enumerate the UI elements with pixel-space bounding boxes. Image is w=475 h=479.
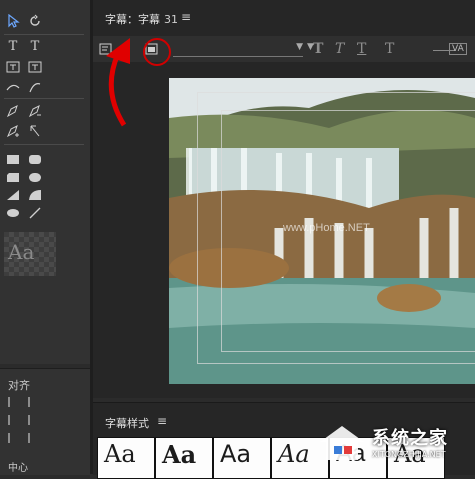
- line-tool-icon[interactable]: [28, 206, 42, 220]
- area-type-tool-icon[interactable]: [6, 60, 20, 74]
- align-top-icon[interactable]: [28, 397, 42, 407]
- underline-button[interactable]: T: [357, 41, 366, 57]
- rounded-rectangle-tool-icon[interactable]: [28, 152, 42, 166]
- style-swatch[interactable]: Aa: [155, 437, 213, 479]
- title-panel-tab[interactable]: 字幕：字幕 31: [105, 11, 178, 27]
- type-tool-icon[interactable]: T: [6, 40, 20, 54]
- style-swatch[interactable]: Aa: [97, 437, 155, 479]
- vertical-type-tool-icon[interactable]: T: [28, 40, 42, 54]
- style-swatch-text: Aa: [278, 440, 310, 468]
- style-preview: Aa: [4, 232, 56, 276]
- center-section-title: 中心: [8, 463, 28, 474]
- selection-tool-icon[interactable]: [6, 13, 20, 28]
- italic-button[interactable]: T: [335, 41, 344, 57]
- align-panel-title: 对齐: [8, 379, 30, 392]
- rounded-corner-rectangle-tool-icon[interactable]: [28, 170, 42, 184]
- kerning-button[interactable]: T: [385, 41, 394, 57]
- styles-panel-title: 字幕样式: [105, 417, 149, 430]
- hamburger-icon[interactable]: ≡: [181, 10, 191, 24]
- style-swatch-text: Aa: [220, 440, 252, 468]
- style-swatch-text: Aa: [162, 440, 197, 469]
- bold-button[interactable]: T: [313, 41, 323, 57]
- style-swatch-text: Aa: [104, 440, 136, 468]
- site-logo-name: 系统之家: [372, 428, 448, 449]
- add-anchor-tool-icon[interactable]: [6, 124, 20, 138]
- style-preview-text: Aa: [8, 240, 35, 264]
- clipped-rectangle-tool-icon[interactable]: [6, 170, 20, 184]
- tools-panel: T T Aa: [0, 0, 90, 364]
- wedge-tool-icon[interactable]: [6, 188, 20, 202]
- ellipse-tool-icon[interactable]: [6, 206, 20, 220]
- delete-anchor-tool-icon[interactable]: [28, 104, 42, 118]
- align-middle-icon[interactable]: [28, 415, 42, 425]
- align-left-icon[interactable]: [8, 397, 22, 407]
- style-swatch[interactable]: Aa: [213, 437, 271, 479]
- kerning-label[interactable]: VA: [449, 43, 467, 55]
- rectangle-tool-icon[interactable]: [6, 152, 20, 166]
- annotation-arrow-icon: [106, 38, 130, 127]
- site-logo-url: XITONGZHIJIA.NET: [372, 450, 446, 459]
- rotate-tool-icon[interactable]: [28, 14, 42, 28]
- image-watermark: www.pHome.NET: [283, 222, 370, 234]
- path-type-tool-icon[interactable]: [6, 80, 20, 94]
- align-right-icon[interactable]: [8, 433, 22, 443]
- vertical-area-type-tool-icon[interactable]: [28, 60, 42, 74]
- chevron-down-icon: ▼: [296, 42, 303, 52]
- font-family-dropdown[interactable]: ▼: [173, 42, 303, 57]
- title-panel-tab-label: 字幕：字幕: [105, 13, 160, 26]
- title-panel-tab-number: 31: [164, 13, 178, 26]
- align-bottom-icon[interactable]: [28, 433, 42, 443]
- convert-anchor-tool-icon[interactable]: [28, 124, 42, 138]
- arc-tool-icon[interactable]: [28, 188, 42, 202]
- align-center-icon[interactable]: [8, 415, 22, 425]
- pen-tool-icon[interactable]: [6, 104, 20, 118]
- align-panel: 对齐 中心: [0, 368, 90, 475]
- vertical-path-type-tool-icon[interactable]: [28, 80, 42, 94]
- hamburger-icon[interactable]: ≡: [157, 414, 167, 428]
